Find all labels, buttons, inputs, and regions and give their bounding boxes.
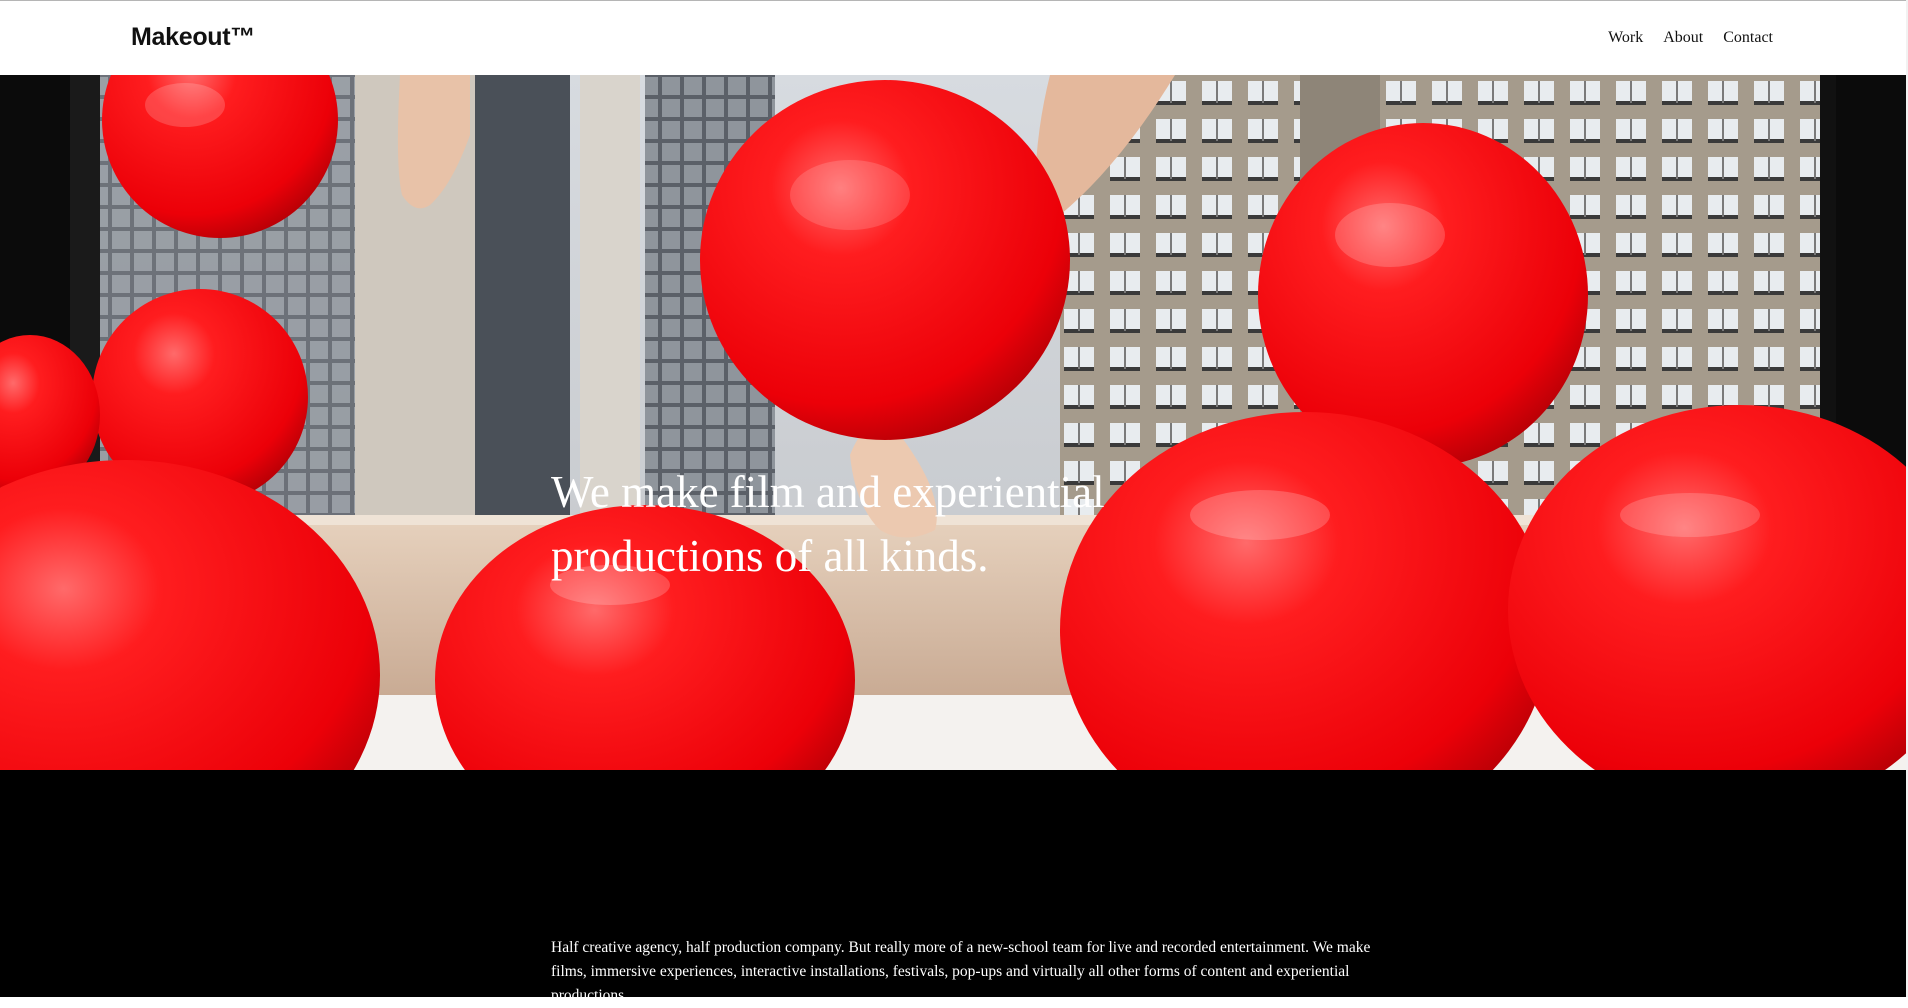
hero-headline: We make film and experiential production… (551, 460, 1191, 588)
site-logo[interactable]: Makeout™ (131, 23, 255, 52)
nav-work-link[interactable]: Work (1608, 29, 1643, 47)
hero-image (0, 75, 1906, 770)
hero-headline-line1: We make film and experiential (551, 467, 1105, 518)
nav-about-link[interactable]: About (1663, 29, 1703, 47)
hero-headline-line2: productions of all kinds. (551, 531, 989, 582)
hero-section: We make film and experiential production… (0, 75, 1906, 770)
site-header: Makeout™ Work About Contact (0, 1, 1906, 75)
nav-contact-link[interactable]: Contact (1723, 29, 1773, 47)
intro-section: Half creative agency, half production co… (0, 770, 1906, 1004)
main-nav: Work About Contact (1608, 29, 1773, 47)
